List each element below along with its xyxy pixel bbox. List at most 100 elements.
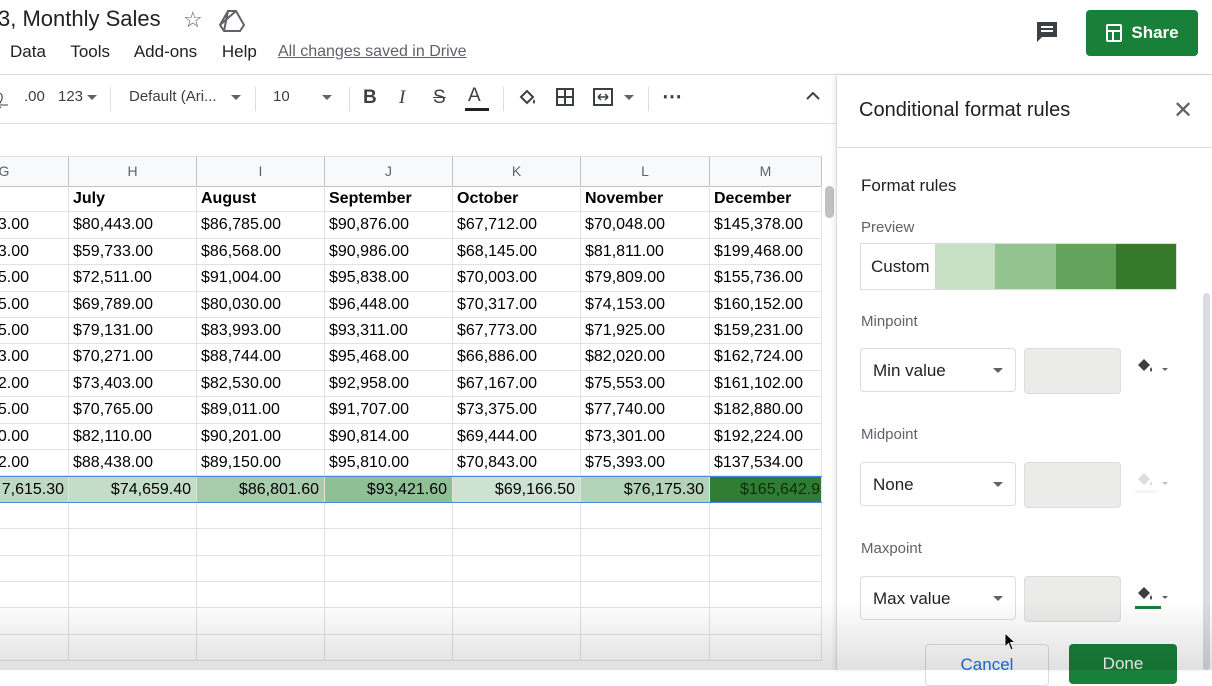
table-cell[interactable]: $82,020.00	[581, 344, 710, 370]
minpoint-type-select[interactable]: Min value	[860, 348, 1016, 392]
table-cell[interactable]: $91,707.00	[325, 397, 453, 423]
table-cell[interactable]: $66,886.00	[453, 344, 581, 370]
borders-icon[interactable]	[555, 87, 575, 111]
table-cell[interactable]	[710, 608, 822, 634]
table-cell[interactable]	[710, 582, 822, 608]
table-cell[interactable]: $67,773.00	[453, 318, 581, 344]
table-cell[interactable]: $75,553.00	[581, 370, 710, 397]
table-cell[interactable]	[325, 529, 453, 555]
maxpoint-value-input[interactable]	[1024, 576, 1121, 622]
table-cell[interactable]: $182,880.00	[710, 397, 822, 423]
menu-add-ons[interactable]: Add-ons	[134, 42, 197, 61]
italic-button[interactable]: I	[399, 87, 405, 109]
table-cell[interactable]	[0, 555, 69, 581]
table-cell[interactable]	[710, 502, 822, 529]
table-cell[interactable]: December	[710, 186, 822, 212]
table-cell[interactable]: $192,224.00	[710, 423, 822, 449]
table-cell[interactable]: 0.00	[0, 423, 69, 449]
table-cell[interactable]: $89,011.00	[197, 397, 325, 423]
table-cell[interactable]: $80,030.00	[197, 291, 325, 317]
move-to-drive-icon[interactable]	[218, 9, 246, 38]
column-header[interactable]: K	[453, 157, 581, 186]
table-cell[interactable]: $160,152.00	[710, 291, 822, 317]
table-cell[interactable]	[453, 502, 581, 529]
collapse-toolbar-icon[interactable]	[804, 87, 822, 109]
table-cell[interactable]	[710, 529, 822, 555]
table-cell[interactable]: $80,443.00	[69, 212, 197, 238]
table-cell[interactable]: $70,317.00	[453, 291, 581, 317]
table-cell[interactable]: $155,736.00	[710, 265, 822, 291]
table-cell[interactable]: 2.00	[0, 450, 69, 476]
table-cell[interactable]	[325, 582, 453, 608]
table-cell[interactable]: $93,421.60	[325, 477, 453, 502]
table-cell[interactable]	[197, 608, 325, 634]
table-cell[interactable]: $74,659.40	[69, 477, 197, 502]
vertical-scrollbar[interactable]	[825, 186, 834, 218]
star-icon[interactable]: ☆	[183, 7, 203, 33]
table-cell[interactable]	[197, 555, 325, 581]
share-button[interactable]: Share	[1086, 10, 1198, 56]
table-cell[interactable]	[581, 608, 710, 634]
table-cell[interactable]: $92,958.00	[325, 370, 453, 397]
column-header[interactable]: I	[197, 157, 325, 186]
table-cell[interactable]: $70,003.00	[453, 265, 581, 291]
menu-data[interactable]: Data	[10, 42, 46, 61]
table-cell[interactable]	[197, 529, 325, 555]
close-icon[interactable]: ✕	[1173, 99, 1193, 123]
table-cell[interactable]	[0, 582, 69, 608]
table-cell[interactable]	[453, 582, 581, 608]
table-cell[interactable]	[325, 634, 453, 661]
table-cell[interactable]	[710, 634, 822, 661]
table-cell[interactable]	[581, 529, 710, 555]
table-cell[interactable]	[710, 555, 822, 581]
table-cell[interactable]: $90,986.00	[325, 238, 453, 265]
table-cell[interactable]	[69, 502, 197, 529]
column-header[interactable]: M	[710, 157, 822, 186]
table-cell[interactable]: $90,201.00	[197, 423, 325, 449]
more-options-icon[interactable]: ⋯	[662, 84, 682, 109]
table-cell[interactable]: $82,530.00	[197, 370, 325, 397]
table-cell[interactable]	[325, 608, 453, 634]
table-cell[interactable]	[197, 582, 325, 608]
table-cell[interactable]: $96,448.00	[325, 291, 453, 317]
table-cell[interactable]: $95,810.00	[325, 450, 453, 476]
table-cell[interactable]	[325, 555, 453, 581]
table-cell[interactable]: $95,468.00	[325, 344, 453, 370]
decrease-decimal-icon[interactable]: 0	[0, 90, 10, 112]
table-cell[interactable]	[0, 608, 69, 634]
table-cell[interactable]: September	[325, 186, 453, 212]
table-cell[interactable]: $70,048.00	[581, 212, 710, 238]
table-cell[interactable]: 5.00	[0, 397, 69, 423]
table-cell[interactable]: $73,375.00	[453, 397, 581, 423]
table-cell[interactable]	[581, 582, 710, 608]
table-cell[interactable]: November	[581, 186, 710, 212]
table-cell[interactable]	[0, 529, 69, 555]
table-cell[interactable]: $83,993.00	[197, 318, 325, 344]
table-cell[interactable]: $73,301.00	[581, 423, 710, 449]
table-cell[interactable]: $69,444.00	[453, 423, 581, 449]
table-cell[interactable]: 5.00	[0, 291, 69, 317]
table-cell[interactable]: $86,785.00	[197, 212, 325, 238]
panel-scrollbar[interactable]	[1203, 293, 1210, 670]
table-cell[interactable]: $79,131.00	[69, 318, 197, 344]
column-header[interactable]: L	[581, 157, 710, 186]
table-cell[interactable]	[69, 555, 197, 581]
table-cell[interactable]: $81,811.00	[581, 238, 710, 265]
table-cell[interactable]: $71,925.00	[581, 318, 710, 344]
table-cell[interactable]: $70,765.00	[69, 397, 197, 423]
table-cell[interactable]: $73,403.00	[69, 370, 197, 397]
table-cell[interactable]	[0, 186, 69, 212]
table-cell[interactable]: 3.00	[0, 212, 69, 238]
font-family-select[interactable]: Default (Ari...	[129, 88, 241, 105]
merge-cells-icon[interactable]	[592, 87, 635, 111]
table-cell[interactable]: $86,568.00	[197, 238, 325, 265]
table-cell[interactable]	[69, 608, 197, 634]
table-cell[interactable]: $59,733.00	[69, 238, 197, 265]
table-cell[interactable]	[197, 634, 325, 661]
table-cell[interactable]: $88,744.00	[197, 344, 325, 370]
table-cell[interactable]	[69, 529, 197, 555]
table-cell[interactable]: $145,378.00	[710, 212, 822, 238]
table-cell[interactable]: $88,438.00	[69, 450, 197, 476]
table-cell[interactable]: $72,511.00	[69, 265, 197, 291]
minpoint-fill-color-icon[interactable]	[1135, 356, 1157, 385]
